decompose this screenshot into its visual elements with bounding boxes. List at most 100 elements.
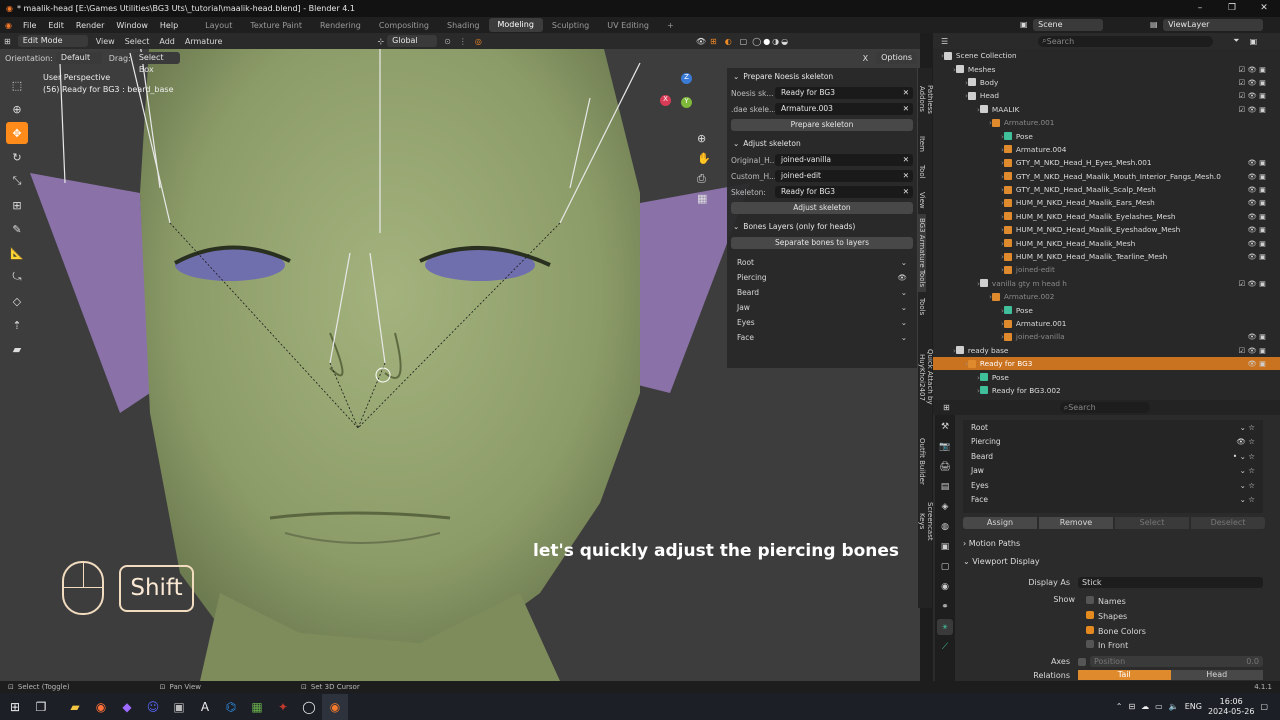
properties-editor-icon[interactable]: ⊞ xyxy=(943,403,950,412)
motion-paths-panel[interactable]: › Motion Paths xyxy=(963,539,1020,548)
bone-layer-root[interactable]: Root ⌄ xyxy=(727,255,917,270)
transform-orientation-dropdown[interactable]: Global xyxy=(387,35,438,47)
bone-collection-root[interactable]: Root ⌄ ☆ xyxy=(963,420,1263,435)
bone-collection-piercing[interactable]: Piercing 👁 ☆ xyxy=(963,435,1263,450)
prepare-skeleton-button[interactable]: Prepare skeleton xyxy=(731,119,913,131)
menu-armature[interactable]: Armature xyxy=(180,37,228,46)
display-icon[interactable]: ▭ xyxy=(1155,702,1163,711)
outliner-row[interactable]: › Ready for BG3.002 xyxy=(933,384,1280,397)
outliner-row[interactable]: › Armature.001 xyxy=(933,317,1280,330)
visibility-toggles[interactable]: ☑ 👁 ▣ xyxy=(1239,105,1266,114)
hidden-icon[interactable]: ⌄ xyxy=(901,318,907,327)
pivot-icon[interactable]: ⊙ xyxy=(440,37,455,46)
clock[interactable]: 16:06 2024-05-26 xyxy=(1208,697,1255,717)
visibility-toggles[interactable]: 👁 ▣ xyxy=(1248,225,1266,234)
editor-type-icon[interactable]: ⊞ xyxy=(0,37,15,46)
original-head-field[interactable]: joined-vanilla ✕ xyxy=(775,154,913,166)
bone-collection-beard[interactable]: Beard • ⌄ ☆ xyxy=(963,449,1263,464)
menu-edit[interactable]: Edit xyxy=(42,21,70,30)
armature-data-tab-icon[interactable]: ⚹ xyxy=(937,619,953,635)
menu-file[interactable]: File xyxy=(17,21,42,30)
visibility-toggles[interactable]: 👁 ▣ xyxy=(1248,212,1266,221)
skeleton-field[interactable]: Ready for BG3 ✕ xyxy=(775,186,913,198)
close-x-icon[interactable]: X xyxy=(863,54,868,63)
proportional-edit-icon[interactable]: ◎ xyxy=(471,37,486,46)
task-view-icon[interactable]: ❐ xyxy=(28,694,54,720)
menu-view[interactable]: View xyxy=(91,37,120,46)
gizmo-z-axis[interactable]: Z xyxy=(681,73,692,84)
scene-selector[interactable]: ▣ Scene xyxy=(1020,19,1106,31)
dae-skeleton-field[interactable]: Armature.003 ✕ xyxy=(775,103,913,115)
chevron-up-icon[interactable]: ⌃ xyxy=(1116,702,1123,711)
relations-tail-button[interactable]: Tail xyxy=(1078,670,1171,680)
clear-x-icon[interactable]: ✕ xyxy=(903,170,909,182)
sidebar-tab-pathless-addons[interactable]: Pathless Addons xyxy=(918,68,934,130)
render-tab-icon[interactable]: 📷 xyxy=(937,439,953,455)
outliner-row[interactable]: › Armature.002 xyxy=(933,290,1280,303)
physics-tab-icon[interactable]: ◉ xyxy=(937,579,953,595)
bone-collection-face[interactable]: Face ⌄ ☆ xyxy=(963,493,1263,508)
menu-select[interactable]: Select xyxy=(120,37,155,46)
outliner-row[interactable]: › Pose xyxy=(933,129,1280,142)
tool-tab-icon[interactable]: ⚒ xyxy=(937,419,953,435)
visibility-toggles[interactable]: ☑ 👁 ▣ xyxy=(1239,346,1266,355)
outliner-row[interactable]: › joined-edit xyxy=(933,263,1280,276)
sidebar-tab-quick-attach[interactable]: Quick Attach by HuyKhoi2407 xyxy=(918,322,934,432)
clear-x-icon[interactable]: ✕ xyxy=(903,154,909,166)
outliner-row[interactable]: › HUM_M_NKD_Head_Maalik_Mesh 👁 ▣ xyxy=(933,236,1280,249)
firefox-icon[interactable]: ◉ xyxy=(88,694,114,720)
shading-rendered-icon[interactable]: ◒ xyxy=(780,37,789,46)
sidebar-tab-screencast-keys[interactable]: Screencast Keys xyxy=(918,490,934,552)
sidebar-tab-view[interactable]: View xyxy=(918,186,926,214)
star-icon[interactable]: ⌄ ☆ xyxy=(1240,495,1255,504)
outliner-row[interactable]: › Armature.001 xyxy=(933,116,1280,129)
cursor-tool-icon[interactable]: ⊕ xyxy=(6,98,28,120)
bones-layers-section-header[interactable]: ⌄ Bones Layers (only for heads) xyxy=(727,218,917,235)
github-icon[interactable]: ◯ xyxy=(296,694,322,720)
show-in-front-checkbox[interactable]: In Front xyxy=(1086,639,1146,654)
notification-icon[interactable]: ▢ xyxy=(1260,702,1268,711)
outliner-row[interactable]: › GTY_M_NKD_Head_Maalik_Mouth_Interior_F… xyxy=(933,170,1280,183)
pan-hand-icon[interactable]: ✋ xyxy=(697,149,711,169)
network-icon[interactable]: ⊟ xyxy=(1128,702,1135,711)
workspace-tab-texture-paint[interactable]: Texture Paint xyxy=(241,21,311,30)
bone-size-tool-icon[interactable]: ◇ xyxy=(6,290,28,312)
shading-wireframe-icon[interactable]: ◯ xyxy=(751,37,762,46)
transform-tool-icon[interactable]: ⊞ xyxy=(6,194,28,216)
new-collection-icon[interactable]: ▣ xyxy=(1250,37,1258,46)
outliner-row[interactable]: › HUM_M_NKD_Head_Maalik_Tearline_Mesh 👁 ▣ xyxy=(933,250,1280,263)
menu-add[interactable]: Add xyxy=(154,37,180,46)
star-icon[interactable]: ⌄ ☆ xyxy=(1240,466,1255,475)
measure-tool-icon[interactable]: 📐 xyxy=(6,242,28,264)
typography-app-icon[interactable]: A xyxy=(192,694,218,720)
star-icon[interactable]: ⌄ ☆ xyxy=(1240,423,1255,432)
viewlayer-name[interactable]: ViewLayer xyxy=(1163,19,1264,31)
visibility-toggles[interactable]: 👁 ▣ xyxy=(1248,172,1266,181)
sidebar-tab-tool[interactable]: Tool xyxy=(918,158,926,186)
outliner-row[interactable]: › MAALIK ☑ 👁 ▣ xyxy=(933,103,1280,116)
outliner-row[interactable]: › HUM_M_NKD_Head_Maalik_Ears_Mesh 👁 ▣ xyxy=(933,196,1280,209)
snap-icon[interactable]: ⋮ xyxy=(455,37,471,46)
filter-icon[interactable]: ⏷ xyxy=(1233,36,1239,46)
visibility-toggles[interactable]: ☑ 👁 ▣ xyxy=(1239,78,1266,87)
hidden-icon[interactable]: ⌄ xyxy=(901,258,907,267)
minimize-button[interactable]: – xyxy=(1184,0,1216,17)
bone-tab-icon[interactable]: ⟋ xyxy=(937,639,953,655)
clear-x-icon[interactable]: ✕ xyxy=(903,186,909,198)
roll-tool-icon[interactable]: ⤿ xyxy=(6,266,28,288)
shading-solid-icon[interactable]: ● xyxy=(762,37,771,46)
select-button[interactable]: Select xyxy=(1115,517,1189,529)
outliner-search-input[interactable]: ⌕ Search xyxy=(1038,35,1214,47)
xray-toggle-icon[interactable]: ▢ xyxy=(736,37,752,46)
star-icon[interactable]: 👁 ☆ xyxy=(1236,437,1255,446)
workspace-tab-uv-editing[interactable]: UV Editing xyxy=(598,21,658,30)
bone-layer-eyes[interactable]: Eyes ⌄ xyxy=(727,315,917,330)
custom-head-field[interactable]: joined-edit ✕ xyxy=(775,170,913,182)
gizmo-x-axis[interactable]: X xyxy=(660,95,671,106)
app-purple-icon[interactable]: ◆ xyxy=(114,694,140,720)
outliner-row[interactable]: › ready base ☑ 👁 ▣ xyxy=(933,344,1280,357)
cloud-icon[interactable]: ☁ xyxy=(1141,702,1149,711)
drag-dropdown[interactable]: Select Box xyxy=(133,52,180,74)
world-tab-icon[interactable]: ◍ xyxy=(937,519,953,535)
bone-layer-face[interactable]: Face ⌄ xyxy=(727,330,917,345)
